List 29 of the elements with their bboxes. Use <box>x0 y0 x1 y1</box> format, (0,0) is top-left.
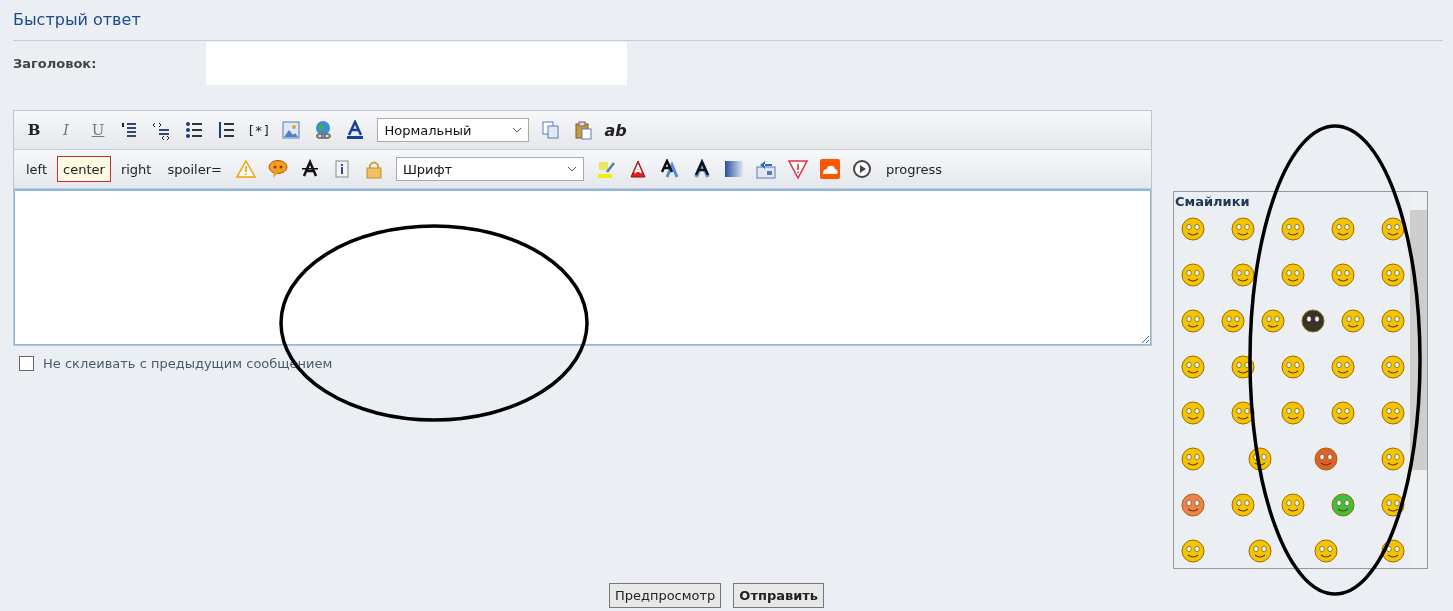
tag-button[interactable]: center <box>57 156 111 182</box>
subject-input[interactable] <box>206 41 627 85</box>
italic-button[interactable]: I <box>52 117 80 143</box>
smiley-icon[interactable] <box>1246 445 1273 471</box>
list-item-button[interactable]: [*] <box>244 117 274 143</box>
smiley-icon[interactable] <box>1230 261 1256 287</box>
dropdown[interactable]: Нормальный <box>377 118 530 142</box>
tag-button[interactable]: spoiler= <box>161 156 228 182</box>
chevron-down-icon <box>566 166 577 172</box>
smiley-icon[interactable] <box>1380 491 1406 517</box>
checkbox[interactable] <box>19 356 34 371</box>
tag-button[interactable]: right <box>114 156 158 182</box>
smiley-icon[interactable] <box>1380 215 1406 241</box>
smiley-icon[interactable] <box>1230 399 1256 425</box>
field-label: Заголовок: <box>13 55 98 71</box>
chevron-down-icon <box>512 127 523 133</box>
dropdown[interactable]: Шрифт <box>395 157 584 181</box>
section-title: Быстрый ответ <box>13 9 141 31</box>
submit-button[interactable]: Отправить <box>733 583 825 608</box>
panel-title: Смайлики <box>1174 193 1251 211</box>
smiley-icon[interactable] <box>1379 537 1406 563</box>
tag-button[interactable]: progress <box>879 156 948 182</box>
tag-button[interactable]: left <box>20 156 54 182</box>
preview-button[interactable]: Предпросмотр <box>608 583 722 608</box>
smiley-icon[interactable] <box>1230 353 1256 379</box>
strike-text-button[interactable]: ab <box>601 117 630 143</box>
smiley-icon[interactable] <box>1300 307 1326 333</box>
bold-button[interactable]: B <box>20 117 48 143</box>
underline-button[interactable]: U <box>84 117 112 143</box>
